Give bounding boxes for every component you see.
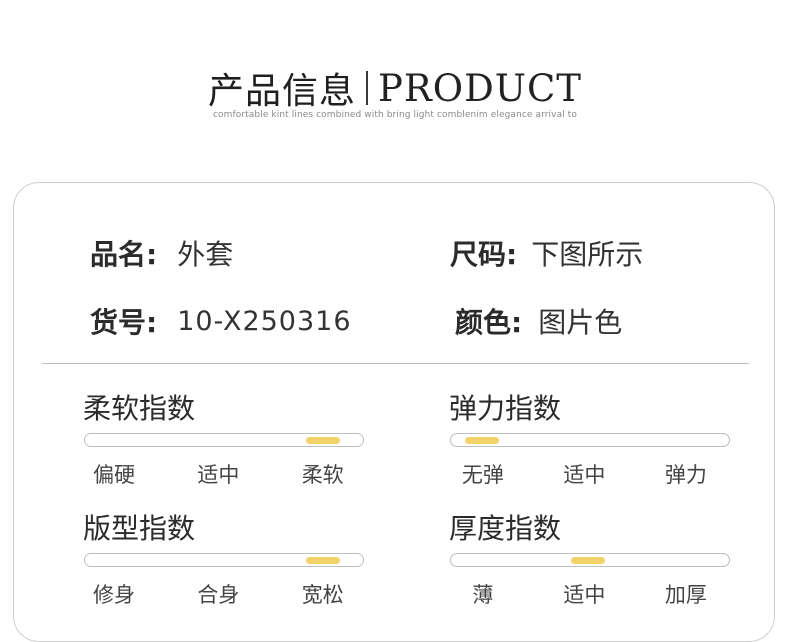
title-english: PRODUCT [378,66,582,110]
scale-label-low: 偏硬 [93,463,136,487]
info-label: 颜色: [455,306,523,339]
scale-label-mid: 合身 [197,583,240,607]
scale-label-high: 宽松 [301,583,344,607]
scale-label-low: 修身 [93,583,136,607]
info-value: 图片色 [538,306,623,339]
level-indicator [464,437,499,444]
info-size: 尺码: 下图所示 [450,233,643,273]
scale-label-mid: 适中 [563,463,606,487]
level-track [84,553,364,567]
scale-label-high: 柔软 [301,463,344,487]
level-indicator [571,557,606,564]
title-separator [366,71,369,105]
metric-thickness: 厚度指数 薄 适中 加厚 [449,512,731,607]
title-chinese: 产品信息 [208,71,357,112]
metric-fit: 版型指数 修身 合身 宽松 [83,512,365,607]
metric-title: 版型指数 [83,512,196,545]
level-indicator [306,557,340,564]
info-item-number: 货号: 10-X250316 [90,301,352,341]
scale-label-mid: 适中 [563,583,606,607]
level-indicator [306,437,340,444]
level-track [450,553,730,567]
scale-label-low: 薄 [472,583,494,607]
section-divider [42,363,749,364]
scale-label-high: 弹力 [664,463,707,487]
scale-label-low: 无弹 [461,463,504,487]
info-label: 尺码: [450,238,518,271]
level-track [450,433,730,447]
info-color: 颜色: 图片色 [455,301,622,341]
header-title: 产品信息 PRODUCT [0,62,790,114]
info-label: 品名: [90,238,158,271]
page-header: 产品信息 PRODUCT [0,62,790,114]
info-value: 10-X250316 [177,305,352,337]
level-track [84,433,364,447]
info-value: 下图所示 [531,238,644,271]
info-label: 货号: [90,306,158,339]
info-value: 外套 [177,238,234,271]
scale-label-high: 加厚 [664,583,707,607]
metric-title: 弹力指数 [449,392,562,425]
metric-title: 柔软指数 [83,392,196,425]
scale-label-mid: 适中 [197,463,240,487]
info-product-name: 品名: 外套 [90,233,233,273]
metric-title: 厚度指数 [449,512,562,545]
metric-elasticity: 弹力指数 无弹 适中 弹力 [449,392,731,487]
header-subtitle: comfortable kint lines combined with bri… [212,110,577,120]
metric-softness: 柔软指数 偏硬 适中 柔软 [83,392,365,487]
